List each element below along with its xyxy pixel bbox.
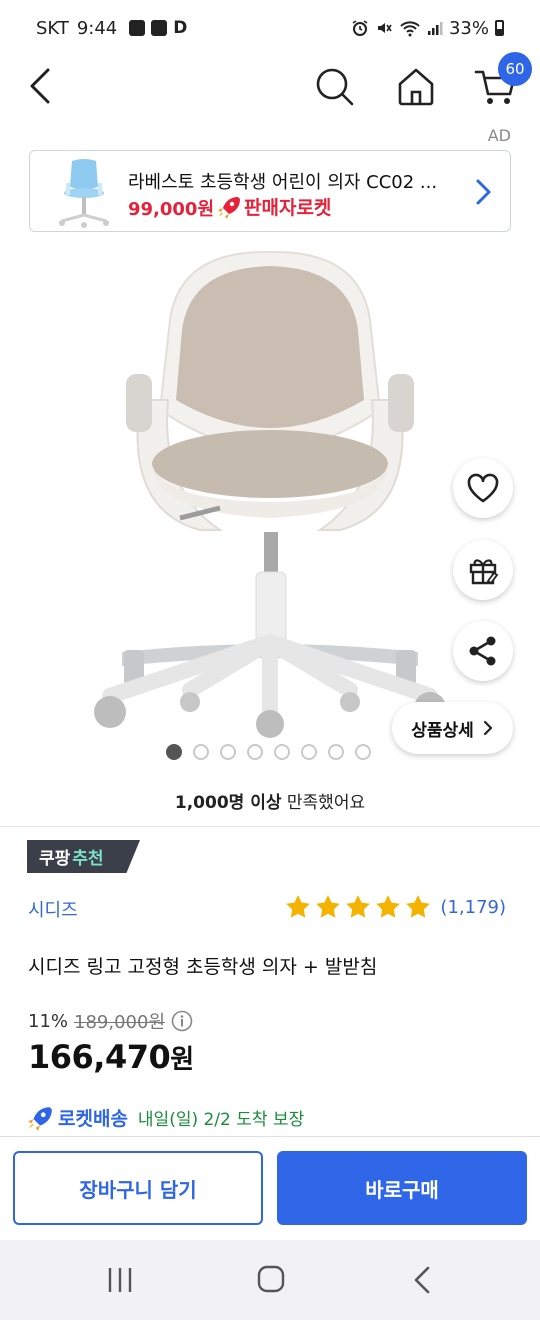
star-icon	[346, 895, 371, 918]
notification-icons: D	[129, 18, 187, 38]
original-price: 189,000원	[74, 1012, 166, 1033]
back-arrow-icon[interactable]	[22, 64, 62, 108]
star-icon	[286, 895, 311, 918]
chevron-right-icon	[483, 720, 492, 736]
ad-delivery-label: 판매자로켓	[244, 197, 332, 219]
top-nav: 60	[0, 52, 540, 116]
status-right: 33%	[351, 18, 504, 39]
system-nav-bar	[0, 1240, 540, 1320]
status-bar: SKT 9:44 D 33%	[0, 0, 540, 56]
alarm-icon	[352, 20, 368, 36]
sale-price: 166,470원	[28, 1038, 194, 1076]
sale-price-number: 166,470	[28, 1038, 171, 1076]
home-button-icon[interactable]	[256, 1264, 286, 1294]
discount-rate: 11%	[28, 1010, 69, 1032]
cart-count-badge: 60	[498, 52, 532, 86]
share-button[interactable]	[453, 621, 513, 681]
section-divider	[0, 826, 540, 827]
gallery-dot[interactable]	[220, 744, 236, 760]
gallery-dot[interactable]	[301, 744, 317, 760]
star-icon	[376, 895, 401, 918]
gift-icon	[469, 559, 499, 585]
product-detail-label: 상품상세	[411, 720, 474, 741]
wifi-icon	[400, 21, 420, 37]
brand-link[interactable]: 시디즈	[28, 896, 78, 922]
gallery-pagination	[166, 744, 371, 760]
ad-product-title: 라베스토 초등학생 어린이 의자 CC02 ...	[128, 172, 438, 193]
gallery-dot[interactable]	[274, 744, 290, 760]
gallery-icon	[151, 20, 168, 36]
heart-icon	[467, 473, 499, 503]
rating-summary[interactable]: (1,179)	[284, 893, 506, 921]
bottom-bar-divider	[0, 1136, 540, 1137]
home-icon[interactable]	[394, 64, 438, 108]
gift-button[interactable]	[453, 540, 513, 600]
search-icon[interactable]	[312, 64, 356, 108]
ad-chair-thumbnail	[59, 159, 109, 228]
clock: 9:44	[76, 17, 118, 39]
ad-label: AD	[487, 126, 511, 145]
discount-row: 11% 189,000원	[28, 1008, 193, 1034]
arrival-guarantee: 내일(일) 2/2 도착 보장	[137, 1110, 305, 1130]
gallery-dot[interactable]	[166, 744, 182, 760]
sale-price-unit: 원	[170, 1045, 194, 1075]
package-icon	[129, 20, 146, 36]
battery-percent: 33%	[448, 17, 489, 39]
rocket-icon	[28, 1106, 52, 1131]
chevron-right-icon	[476, 179, 491, 205]
signal-icon	[427, 22, 443, 35]
d-app-icon: D	[173, 18, 188, 38]
gallery-dot[interactable]	[193, 744, 209, 760]
coupang-recommend-badge: 쿠팡 추천	[27, 840, 140, 873]
rocket-icon	[218, 196, 240, 219]
info-icon[interactable]	[171, 1010, 193, 1032]
product-detail-button[interactable]: 상품상세	[392, 702, 513, 754]
status-left: SKT 9:44 D	[36, 18, 187, 39]
gallery-dot[interactable]	[247, 744, 263, 760]
wishlist-button[interactable]	[453, 458, 513, 518]
gallery-dot[interactable]	[355, 744, 371, 760]
battery-icon	[495, 20, 504, 36]
delivery-info: 로켓배송 내일(일) 2/2 도착 보장	[26, 1104, 304, 1131]
review-count: (1,179)	[440, 896, 506, 918]
carrier-label: SKT	[36, 17, 69, 39]
recommend-accent: 추천	[72, 849, 104, 869]
ad-price: 99,000원	[128, 199, 215, 220]
satisfaction-suffix: 만족했어요	[281, 793, 366, 813]
share-icon	[469, 636, 496, 666]
ad-delivery-badge: 판매자로켓	[216, 193, 331, 220]
product-image[interactable]	[80, 250, 460, 740]
system-back-icon[interactable]	[410, 1264, 436, 1296]
ad-banner[interactable]: 라베스토 초등학생 어린이 의자 CC02 ... 99,000원 판매자로켓	[29, 150, 511, 232]
star-icon	[316, 895, 341, 918]
rocket-delivery-label: 로켓배송	[58, 1108, 128, 1130]
mute-icon	[377, 23, 392, 33]
gallery-dot[interactable]	[328, 744, 344, 760]
rating-stars	[284, 893, 432, 921]
satisfaction-count: 1,000명 이상	[174, 793, 282, 813]
recommend-brand: 쿠팡	[39, 849, 71, 869]
product-title: 시디즈 링고 고정형 초등학생 의자 + 발받침	[28, 956, 378, 978]
star-icon	[406, 895, 431, 918]
satisfaction-text: 1,000명 이상 만족했어요	[0, 788, 540, 813]
add-to-cart-button[interactable]: 장바구니 담기	[13, 1151, 263, 1225]
recent-apps-icon[interactable]	[104, 1264, 136, 1296]
buy-now-button[interactable]: 바로구매	[277, 1151, 527, 1225]
